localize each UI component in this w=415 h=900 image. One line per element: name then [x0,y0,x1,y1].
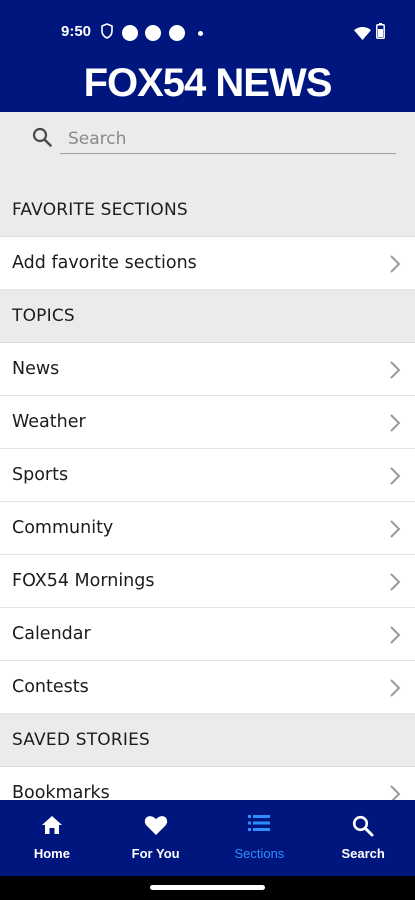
list-item-label: Calendar [12,624,91,644]
nav-label: For You [131,846,180,861]
more-notifications-icon [198,31,203,36]
search-icon [352,815,374,841]
chevron-right-icon [389,360,401,385]
bottom-navigation: Home For You Sections Search [0,800,415,876]
shield-icon [101,23,113,43]
list-item-label: Contests [12,677,89,697]
status-bar: 9:50 [0,18,415,46]
nav-for-you[interactable]: For You [104,800,208,876]
chevron-right-icon [389,413,401,438]
section-header-topics: TOPICS [0,290,415,343]
list-item-mornings[interactable]: FOX54 Mornings [0,555,415,608]
heart-icon [144,815,168,840]
list-item-news[interactable]: News [0,343,415,396]
wifi-icon [354,25,371,44]
nav-search[interactable]: Search [311,800,415,876]
list-item-label: Community [12,518,114,538]
status-time: 9:50 [61,23,92,40]
app-header: 9:50 FOX54 NEWS [0,0,415,112]
chevron-right-icon [389,519,401,544]
nav-sections[interactable]: Sections [208,800,312,876]
list-item-label: Sports [12,465,69,485]
search-icon [32,127,52,151]
nav-label: Sections [234,846,285,861]
chevron-right-icon [389,678,401,703]
notification-dot-icon [169,25,185,41]
chevron-right-icon [389,572,401,597]
notification-dot-icon [145,25,161,41]
chevron-right-icon [389,625,401,650]
list-item-weather[interactable]: Weather [0,396,415,449]
search-input[interactable] [60,124,396,154]
notification-dot-icon [122,25,138,41]
brand-logo: FOX54 NEWS [83,61,333,105]
chevron-right-icon [389,254,401,279]
battery-icon [376,23,385,43]
list-item-label: FOX54 Mornings [12,571,155,591]
system-navigation-area [0,876,415,900]
sections-list: FAVORITE SECTIONS Add favorite sections … [0,184,415,820]
chevron-right-icon [389,466,401,491]
list-item-label: Add favorite sections [12,253,197,273]
list-item-sports[interactable]: Sports [0,449,415,502]
list-icon [248,815,271,835]
nav-label: Search [341,846,385,861]
search-bar [0,112,415,184]
nav-home[interactable]: Home [0,800,104,876]
list-item-community[interactable]: Community [0,502,415,555]
section-header-favorites: FAVORITE SECTIONS [0,184,415,237]
list-item-label: News [12,359,60,379]
list-item-calendar[interactable]: Calendar [0,608,415,661]
nav-label: Home [33,846,70,861]
gesture-handle[interactable] [150,885,265,890]
section-header-saved-stories: SAVED STORIES [0,714,415,767]
home-icon [41,815,63,839]
list-item-label: Weather [12,412,86,432]
list-item-contests[interactable]: Contests [0,661,415,714]
list-item-add-favorites[interactable]: Add favorite sections [0,237,415,290]
